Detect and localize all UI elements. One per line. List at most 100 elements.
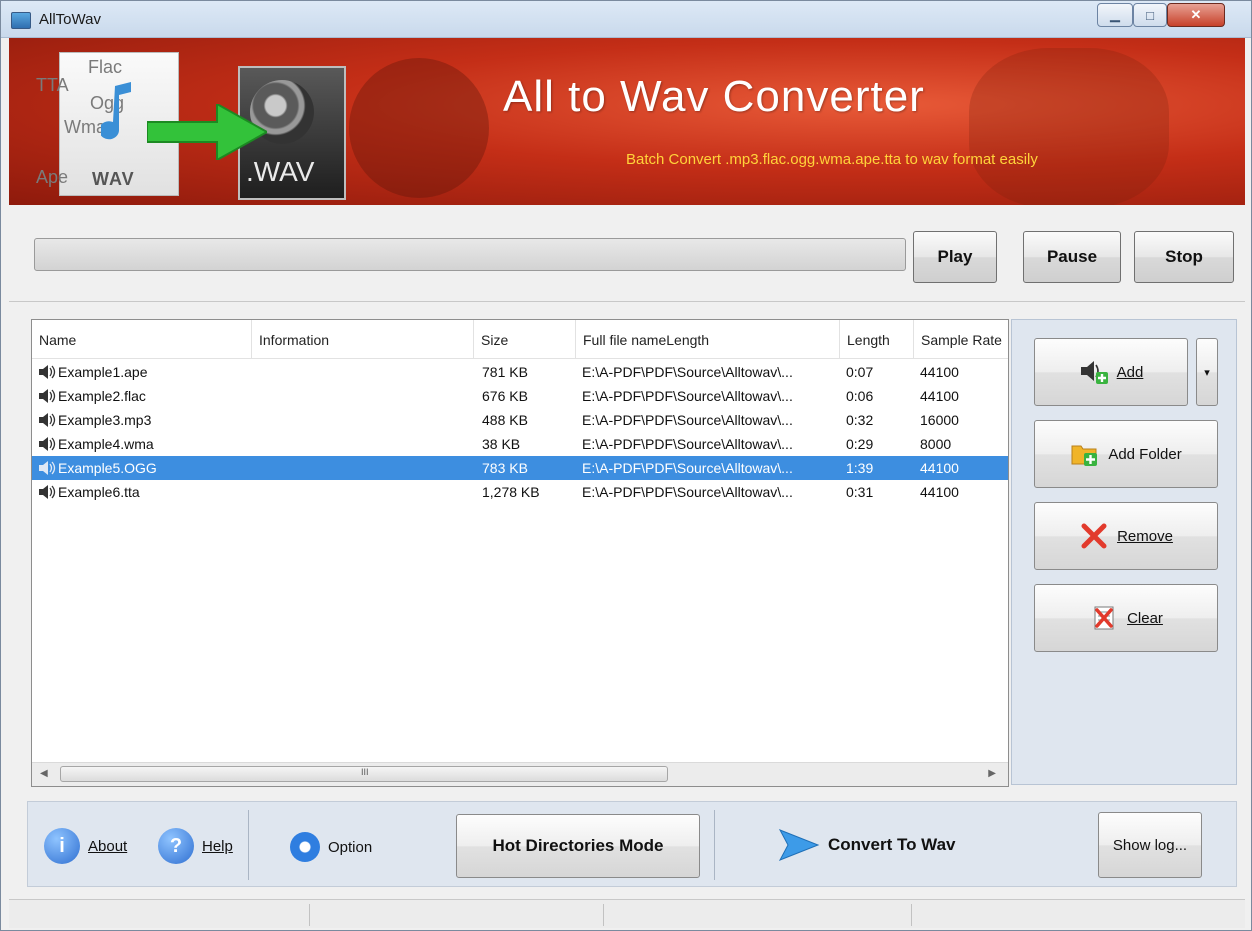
show-log-button[interactable]: Show log... [1098, 812, 1202, 878]
wav-label: .WAV [246, 156, 315, 187]
help-label: Help [202, 837, 233, 855]
maximize-button[interactable]: □ [1133, 3, 1167, 27]
clear-button[interactable]: Clear [1034, 584, 1218, 652]
scroll-right-arrow-icon[interactable]: ▶ [988, 768, 996, 779]
row-size: 488 KB [482, 412, 528, 428]
table-row[interactable]: Example6.tta 1,278 KB E:\A-PDF\PDF\Sourc… [32, 480, 1008, 504]
hot-directories-button[interactable]: Hot Directories Mode [456, 814, 700, 878]
format-tta: TTA [36, 75, 69, 95]
row-name: Example6.tta [58, 484, 140, 500]
row-size: 1,278 KB [482, 484, 540, 500]
row-rate: 8000 [920, 436, 952, 452]
stop-button[interactable]: Stop [1134, 231, 1234, 283]
minimize-button[interactable]: ▁ [1097, 3, 1133, 27]
player-area: Play Pause Stop [9, 205, 1245, 302]
convert-button[interactable]: Convert To Wav [778, 828, 956, 862]
status-divider [603, 904, 604, 926]
row-length: 0:06 [846, 388, 874, 404]
title-bar: AllToWav ▁ □ ✕ [1, 1, 1251, 38]
gear-icon [290, 832, 320, 862]
row-path: E:\A-PDF\PDF\Source\Alltowav\... [582, 412, 793, 428]
banner-subtitle: Batch Convert .mp3.flac.ogg.wma.ape.tta … [626, 151, 1038, 168]
table-row[interactable]: Example1.ape 781 KB E:\A-PDF\PDF\Source\… [32, 360, 1008, 384]
speaker-icon [39, 437, 56, 451]
add-label: Add [1116, 363, 1144, 381]
play-button[interactable]: Play [913, 231, 997, 283]
row-path: E:\A-PDF\PDF\Source\Alltowav\... [582, 484, 793, 500]
row-length: 0:32 [846, 412, 874, 428]
row-length: 1:39 [846, 460, 874, 476]
toolbar-divider [248, 810, 249, 880]
row-length: 0:31 [846, 484, 874, 500]
scrollbar-thumb[interactable]: III [60, 766, 668, 782]
file-list[interactable]: Name Information Size Full file nameLeng… [31, 319, 1009, 787]
list-header: Name Information Size Full file nameLeng… [32, 320, 1008, 359]
row-rate: 44100 [920, 364, 959, 380]
help-button[interactable]: ? Help [158, 828, 233, 864]
row-size: 38 KB [482, 436, 521, 452]
row-rate: 44100 [920, 484, 959, 500]
banner: Flac TTA Ogg Wma Ape WAV .WAV All to Wav… [9, 38, 1245, 205]
row-name: Example4.wma [58, 436, 154, 452]
info-icon: i [44, 828, 80, 864]
option-button[interactable]: Option [290, 832, 372, 862]
column-full-file-name[interactable]: Full file nameLength [576, 320, 840, 358]
help-icon: ? [158, 828, 194, 864]
row-length: 0:07 [846, 364, 874, 380]
camera-decoration [969, 48, 1169, 205]
column-size[interactable]: Size [474, 320, 576, 358]
horizontal-scrollbar[interactable]: ◀ III ▶ [32, 762, 1008, 786]
convert-arrow-icon [778, 829, 820, 861]
about-button[interactable]: i About [44, 828, 127, 864]
pause-button[interactable]: Pause [1023, 231, 1121, 283]
format-ape: Ape [36, 167, 69, 187]
row-name: Example5.OGG [58, 460, 157, 476]
maximize-icon: □ [1146, 7, 1154, 23]
row-name-cell: Example5.OGG [38, 456, 157, 480]
row-path: E:\A-PDF\PDF\Source\Alltowav\... [582, 460, 793, 476]
table-row[interactable]: Example3.mp3 488 KB E:\A-PDF\PDF\Source\… [32, 408, 1008, 432]
column-information[interactable]: Information [252, 320, 474, 358]
close-icon: ✕ [1190, 7, 1202, 22]
row-name-cell: Example1.ape [38, 360, 148, 384]
side-panel: Add ▾ Add Folder Remove Clear [1011, 319, 1237, 785]
film-reel-decoration [349, 58, 489, 198]
row-rate: 44100 [920, 460, 959, 476]
close-button[interactable]: ✕ [1167, 3, 1225, 27]
format-wma: Wma [64, 117, 106, 137]
column-name[interactable]: Name [32, 320, 252, 358]
add-button[interactable]: Add [1034, 338, 1188, 406]
app-window: AllToWav ▁ □ ✕ Flac TTA Ogg Wma Ape WAV … [0, 0, 1252, 931]
music-note-icon [101, 82, 131, 140]
row-name-cell: Example4.wma [38, 432, 154, 456]
speaker-icon [39, 389, 56, 403]
row-path: E:\A-PDF\PDF\Source\Alltowav\... [582, 436, 793, 452]
format-wav: WAV [92, 169, 135, 189]
table-row-selected[interactable]: Example5.OGG 783 KB E:\A-PDF\PDF\Source\… [32, 456, 1008, 480]
scroll-left-arrow-icon[interactable]: ◀ [40, 768, 48, 779]
row-name: Example2.flac [58, 388, 146, 404]
banner-title: All to Wav Converter [503, 72, 925, 121]
add-folder-button[interactable]: Add Folder [1034, 420, 1218, 488]
scrollbar-grip: III [361, 767, 369, 777]
add-dropdown-button[interactable]: ▾ [1196, 338, 1218, 406]
row-length: 0:29 [846, 436, 874, 452]
table-row[interactable]: Example2.flac 676 KB E:\A-PDF\PDF\Source… [32, 384, 1008, 408]
folder-add-icon [1071, 445, 1098, 466]
remove-button[interactable]: Remove [1034, 502, 1218, 570]
green-arrow-icon [147, 104, 267, 160]
row-name-cell: Example2.flac [38, 384, 146, 408]
row-size: 781 KB [482, 364, 528, 380]
remove-label: Remove [1117, 527, 1173, 545]
row-name-cell: Example3.mp3 [38, 408, 151, 432]
format-flac: Flac [88, 57, 123, 77]
table-row[interactable]: Example4.wma 38 KB E:\A-PDF\PDF\Source\A… [32, 432, 1008, 456]
row-name: Example3.mp3 [58, 412, 152, 428]
column-length[interactable]: Length [840, 320, 914, 358]
speaker-icon [39, 485, 56, 499]
chevron-down-icon: ▾ [1204, 366, 1210, 379]
column-sample-rate[interactable]: Sample Rate [914, 320, 1008, 358]
window-title: AllToWav [39, 11, 101, 28]
app-icon [11, 12, 31, 29]
row-size: 676 KB [482, 388, 528, 404]
